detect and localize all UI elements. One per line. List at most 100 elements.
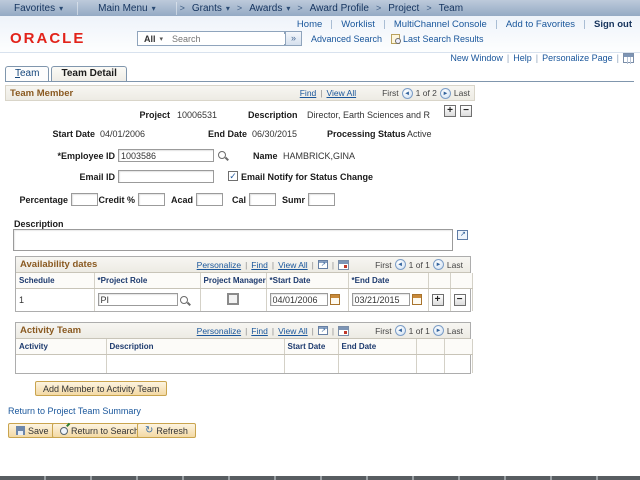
- next-row-icon[interactable]: ►: [433, 259, 444, 270]
- credit-label: Credit %: [95, 195, 135, 205]
- section-title: Team Member: [6, 88, 73, 99]
- global-search-box: All ▾: [137, 31, 285, 46]
- previous-row-icon[interactable]: ◄: [402, 88, 413, 99]
- email-notify-checkbox[interactable]: [228, 171, 238, 181]
- find-link[interactable]: Find: [251, 326, 268, 336]
- personalize-link[interactable]: Personalize: [197, 326, 241, 336]
- search-input[interactable]: [168, 34, 293, 44]
- project-role-input[interactable]: [98, 293, 178, 306]
- previous-row-icon[interactable]: ◄: [395, 259, 406, 270]
- link-divider: |: [312, 326, 314, 336]
- pager-last-label[interactable]: Last: [447, 260, 463, 270]
- tab-team[interactable]: Team: [5, 66, 49, 81]
- layout-grid-icon[interactable]: [623, 53, 634, 63]
- view-all-link[interactable]: View All: [327, 88, 357, 98]
- search-scope-select[interactable]: All: [138, 34, 160, 44]
- sumr-label: Sumr: [278, 195, 305, 205]
- credit-input[interactable]: [138, 193, 165, 206]
- advanced-search-link[interactable]: Advanced Search: [311, 34, 382, 44]
- add-member-button-label: Add Member to Activity Team: [43, 384, 159, 394]
- return-to-summary-link[interactable]: Return to Project Team Summary: [8, 406, 141, 416]
- calendar-icon[interactable]: [330, 294, 340, 305]
- employee-lookup-icon[interactable]: [218, 151, 226, 159]
- pager-first-label[interactable]: First: [375, 260, 392, 270]
- breadcrumb-favorites[interactable]: Favorites: [0, 2, 78, 15]
- sumr-input[interactable]: [308, 193, 335, 206]
- team-member-header-links: Find | View All First ◄ 1 of 2 ► Last: [300, 88, 474, 99]
- add-to-favorites-link[interactable]: Add to Favorites: [497, 19, 584, 30]
- link-divider: |: [332, 260, 334, 270]
- link-divider: |: [507, 53, 509, 63]
- delete-cell: [450, 289, 472, 311]
- taskbar-edge: [0, 476, 640, 480]
- row-start-date-input[interactable]: [270, 293, 328, 306]
- view-all-link[interactable]: View All: [278, 260, 308, 270]
- save-button[interactable]: Save: [8, 423, 57, 438]
- expand-description-icon[interactable]: [457, 230, 468, 240]
- personalize-page-link[interactable]: Personalize Page: [542, 53, 613, 63]
- cal-input[interactable]: [249, 193, 276, 206]
- pager-first-label[interactable]: First: [375, 326, 392, 336]
- breadcrumb-project[interactable]: Project: [384, 2, 423, 15]
- refresh-button[interactable]: ↻ Refresh: [137, 423, 196, 438]
- breadcrumb-grants[interactable]: Grants: [188, 2, 234, 15]
- multichannel-console-link[interactable]: MultiChannel Console: [385, 19, 496, 30]
- popup-window-icon[interactable]: [318, 326, 328, 335]
- email-id-input[interactable]: [118, 170, 214, 183]
- link-divider: |: [320, 88, 322, 98]
- pager-count: 1 of 2: [416, 88, 437, 98]
- breadcrumb-separator: >: [234, 3, 245, 13]
- help-link[interactable]: Help: [513, 53, 532, 63]
- column-header-schedule: Schedule: [16, 273, 94, 289]
- last-search-results-link[interactable]: Last Search Results: [391, 34, 484, 44]
- acad-input[interactable]: [196, 193, 223, 206]
- sign-out-link[interactable]: Sign out: [585, 19, 634, 30]
- delete-row-button[interactable]: [454, 294, 466, 306]
- search-results-icon: [391, 34, 400, 44]
- breadcrumb-award-profile[interactable]: Award Profile: [306, 2, 373, 15]
- project-role-lookup-icon[interactable]: [180, 296, 188, 304]
- percentage-input[interactable]: [71, 193, 98, 206]
- link-divider: |: [536, 53, 538, 63]
- worklist-link[interactable]: Worklist: [332, 19, 384, 30]
- description-textarea[interactable]: [13, 229, 453, 251]
- return-to-search-button[interactable]: Return to Search: [52, 423, 147, 438]
- add-row-button[interactable]: [444, 105, 456, 117]
- column-header-blank: [450, 273, 472, 289]
- calendar-icon[interactable]: [412, 294, 422, 305]
- next-row-icon[interactable]: ►: [433, 325, 444, 336]
- project-manager-cell: [200, 289, 266, 311]
- chevron-down-icon[interactable]: ▾: [160, 35, 169, 43]
- search-go-button[interactable]: »: [285, 31, 302, 46]
- project-manager-checkbox[interactable]: [227, 293, 239, 305]
- start-date-value: 04/01/2006: [100, 129, 145, 139]
- row-end-date-input[interactable]: [352, 293, 410, 306]
- delete-row-button[interactable]: [460, 105, 472, 117]
- pager-first-label[interactable]: First: [382, 88, 399, 98]
- email-notify-label: Email Notify for Status Change: [241, 172, 373, 182]
- pager-last-label[interactable]: Last: [454, 88, 470, 98]
- home-link[interactable]: Home: [288, 19, 331, 30]
- availability-dates-grid: Availability dates Personalize | Find | …: [15, 256, 471, 312]
- breadcrumb-awards[interactable]: Awards: [245, 2, 294, 15]
- breadcrumb-team[interactable]: Team: [435, 2, 467, 15]
- pager-last-label[interactable]: Last: [447, 326, 463, 336]
- view-all-link[interactable]: View All: [278, 326, 308, 336]
- description-label: Description: [248, 110, 298, 120]
- download-to-excel-icon[interactable]: [338, 326, 349, 336]
- find-link[interactable]: Find: [300, 88, 317, 98]
- breadcrumb-main-menu[interactable]: Main Menu: [78, 2, 176, 15]
- find-link[interactable]: Find: [251, 260, 268, 270]
- next-row-icon[interactable]: ►: [440, 88, 451, 99]
- previous-row-icon[interactable]: ◄: [395, 325, 406, 336]
- breadcrumb: Favorites Main Menu > Grants > Awards > …: [0, 0, 640, 16]
- employee-id-input[interactable]: [118, 149, 214, 162]
- download-to-excel-icon[interactable]: [338, 260, 349, 270]
- personalize-link[interactable]: Personalize: [197, 260, 241, 270]
- add-member-button[interactable]: Add Member to Activity Team: [35, 381, 167, 396]
- project-label: Project: [100, 110, 170, 120]
- tab-team-detail[interactable]: Team Detail: [51, 66, 126, 81]
- new-window-link[interactable]: New Window: [450, 53, 503, 63]
- add-row-button[interactable]: [432, 294, 444, 306]
- popup-window-icon[interactable]: [318, 260, 328, 269]
